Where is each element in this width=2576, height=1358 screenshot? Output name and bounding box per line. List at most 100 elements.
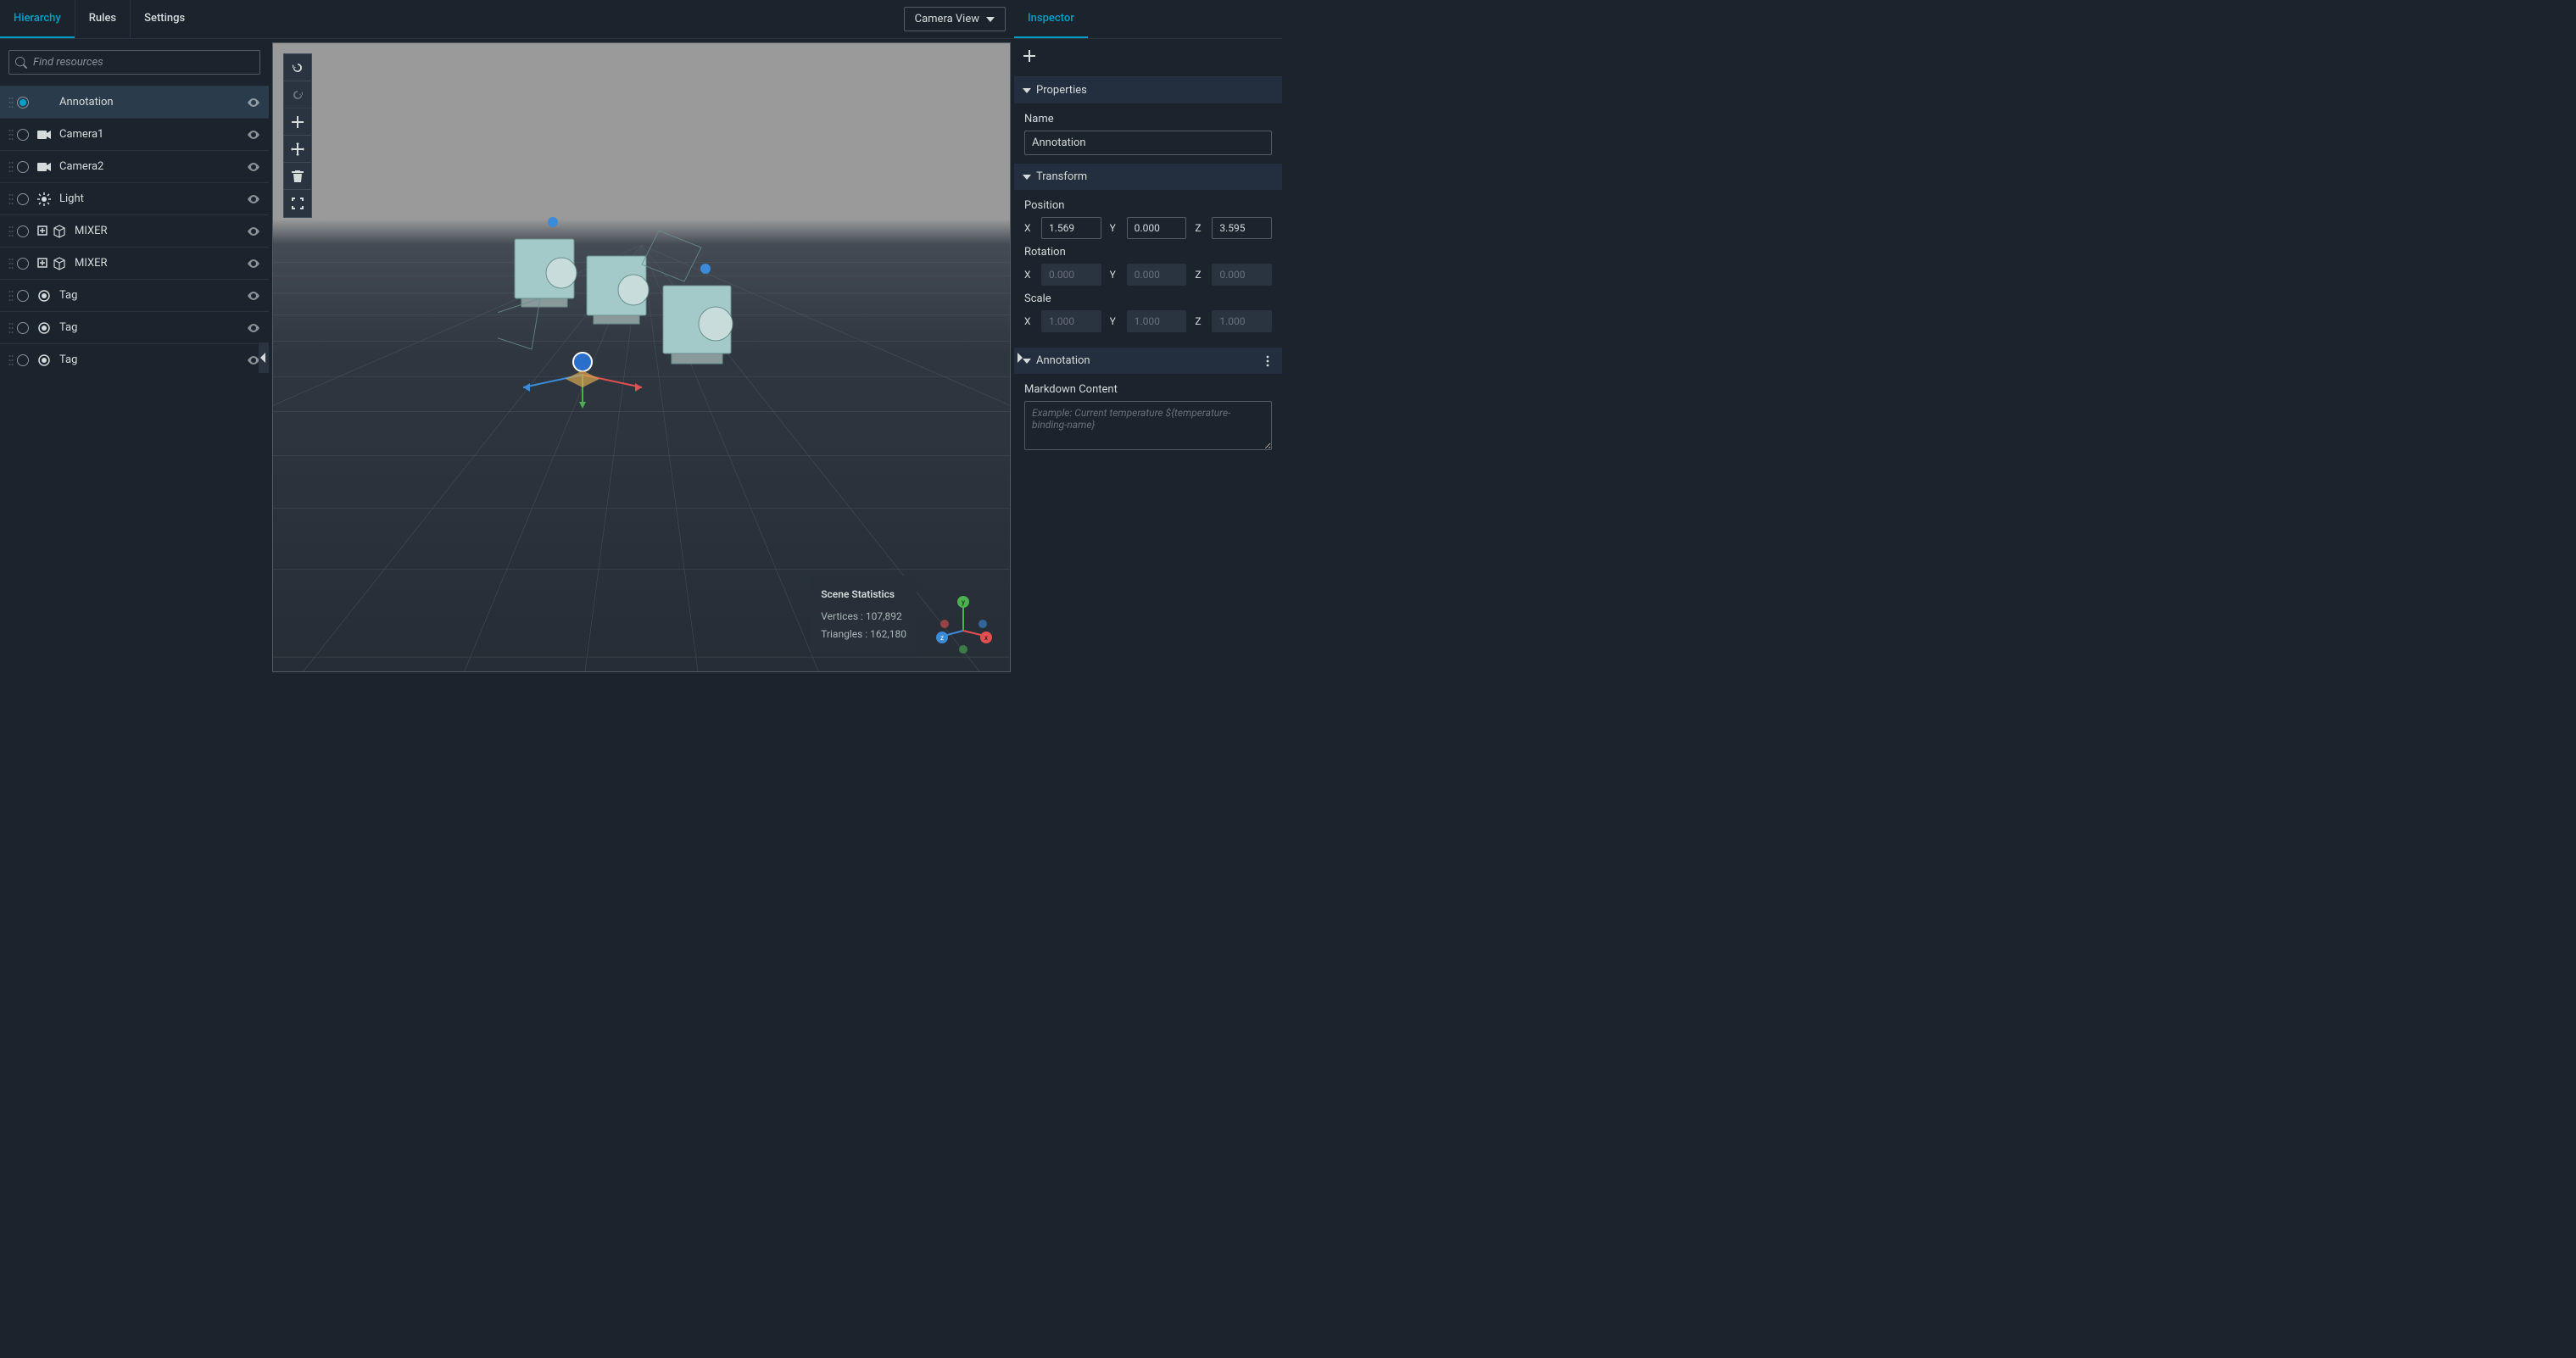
scale-y-input[interactable]	[1127, 310, 1187, 332]
hierarchy-item[interactable]: MIXER	[0, 214, 269, 247]
tag-icon	[37, 353, 51, 367]
viewport-wrap: Scene Statistics Vertices : 107,892 Tria…	[269, 39, 1014, 676]
markdown-textarea[interactable]	[1024, 401, 1272, 450]
rotation-row: X Y Z	[1024, 264, 1272, 286]
search-input[interactable]	[8, 50, 260, 75]
axis-gizmo[interactable]: y x z	[934, 595, 993, 654]
drag-handle-icon[interactable]	[8, 354, 14, 366]
visibility-icon[interactable]	[247, 192, 260, 206]
scale-label: Scale	[1024, 292, 1272, 305]
delete-button[interactable]	[284, 163, 311, 190]
visibility-icon[interactable]	[247, 289, 260, 303]
hierarchy-item[interactable]: Tag	[0, 343, 269, 376]
position-y-input[interactable]	[1127, 217, 1187, 239]
drag-handle-icon[interactable]	[8, 322, 14, 334]
visibility-icon[interactable]	[247, 96, 260, 109]
select-radio[interactable]	[17, 193, 29, 205]
drag-handle-icon[interactable]	[8, 129, 14, 141]
center-panel: Camera View	[269, 0, 1014, 676]
tab-settings[interactable]: Settings	[130, 0, 198, 38]
svg-text:x: x	[984, 634, 988, 642]
search-box	[8, 50, 260, 75]
viewport-toolbar	[283, 53, 312, 218]
select-radio[interactable]	[17, 354, 29, 366]
fit-button[interactable]	[284, 190, 311, 217]
visibility-icon[interactable]	[247, 225, 260, 238]
rotation-label: Rotation	[1024, 246, 1272, 259]
visibility-icon[interactable]	[247, 257, 260, 270]
select-radio[interactable]	[17, 129, 29, 141]
collapse-left-button[interactable]	[259, 342, 269, 373]
section-transform-header[interactable]: Transform	[1014, 164, 1282, 191]
rotation-z-input[interactable]	[1212, 264, 1272, 286]
drag-handle-icon[interactable]	[8, 193, 14, 205]
select-radio[interactable]	[17, 290, 29, 302]
markdown-label: Markdown Content	[1024, 383, 1272, 396]
hierarchy-item[interactable]: Camera2	[0, 150, 269, 182]
cube-icon	[53, 257, 66, 270]
select-radio[interactable]	[17, 322, 29, 334]
visibility-icon[interactable]	[247, 160, 260, 174]
hierarchy-item[interactable]: Annotation	[0, 86, 269, 118]
select-radio[interactable]	[17, 258, 29, 270]
tab-hierarchy[interactable]: Hierarchy	[0, 0, 75, 38]
redo-button[interactable]	[284, 81, 311, 109]
undo-button[interactable]	[284, 54, 311, 81]
light-icon	[37, 192, 51, 206]
section-properties-header[interactable]: Properties	[1014, 77, 1282, 104]
visibility-icon[interactable]	[247, 128, 260, 142]
caret-down-icon	[1023, 86, 1031, 95]
expand-icon[interactable]	[37, 225, 49, 237]
stats-title: Scene Statistics	[821, 586, 906, 604]
camera-icon	[37, 160, 51, 174]
add-component-button[interactable]	[1023, 49, 1036, 66]
hierarchy-item-label: Tag	[59, 353, 247, 366]
chevron-down-icon	[986, 15, 995, 24]
scale-x-input[interactable]	[1041, 310, 1101, 332]
camera-view-dropdown[interactable]: Camera View	[904, 7, 1006, 31]
position-label: Position	[1024, 199, 1272, 212]
collapse-right-button[interactable]	[1014, 342, 1024, 373]
position-z-input[interactable]	[1212, 217, 1272, 239]
kebab-icon[interactable]	[1262, 355, 1274, 367]
hierarchy-item[interactable]: Camera1	[0, 118, 269, 150]
select-radio[interactable]	[17, 225, 29, 237]
hierarchy-item-label: Annotation	[59, 96, 247, 109]
rotation-y-input[interactable]	[1127, 264, 1187, 286]
rotation-x-input[interactable]	[1041, 264, 1101, 286]
svg-text:z: z	[940, 634, 944, 642]
select-radio[interactable]	[17, 97, 29, 109]
select-radio[interactable]	[17, 161, 29, 173]
expand-icon[interactable]	[37, 258, 49, 270]
hierarchy-item[interactable]: Tag	[0, 279, 269, 311]
viewport-header: Camera View	[269, 0, 1014, 39]
position-x-input[interactable]	[1041, 217, 1101, 239]
tab-rules[interactable]: Rules	[75, 0, 130, 38]
drag-handle-icon[interactable]	[8, 161, 14, 173]
search-icon	[15, 57, 27, 69]
hierarchy-item[interactable]: Tag	[0, 311, 269, 343]
drag-handle-icon[interactable]	[8, 290, 14, 302]
hierarchy-item-label: Camera2	[59, 160, 247, 173]
viewport-3d[interactable]: Scene Statistics Vertices : 107,892 Tria…	[272, 42, 1011, 672]
section-annotation-header[interactable]: Annotation	[1014, 348, 1282, 375]
add-button[interactable]	[284, 109, 311, 136]
hierarchy-item-label: Light	[59, 192, 247, 205]
scene-objects	[498, 205, 786, 409]
drag-handle-icon[interactable]	[8, 97, 14, 109]
hierarchy-item-label: MIXER	[75, 257, 247, 270]
drag-handle-icon[interactable]	[8, 225, 14, 237]
hierarchy-item[interactable]: MIXER	[0, 247, 269, 279]
visibility-icon[interactable]	[247, 321, 260, 335]
name-input[interactable]	[1024, 131, 1272, 155]
scale-z-input[interactable]	[1212, 310, 1272, 332]
camera-icon	[37, 128, 51, 142]
hierarchy-item-label: Tag	[59, 321, 247, 334]
hierarchy-item[interactable]: Light	[0, 182, 269, 214]
camera-view-label: Camera View	[915, 13, 979, 25]
section-properties-body: Name	[1014, 104, 1282, 164]
hierarchy-item-label: Camera1	[59, 128, 247, 141]
drag-handle-icon[interactable]	[8, 258, 14, 270]
move-tool-button[interactable]	[284, 136, 311, 163]
tab-inspector[interactable]: Inspector	[1014, 0, 1088, 38]
